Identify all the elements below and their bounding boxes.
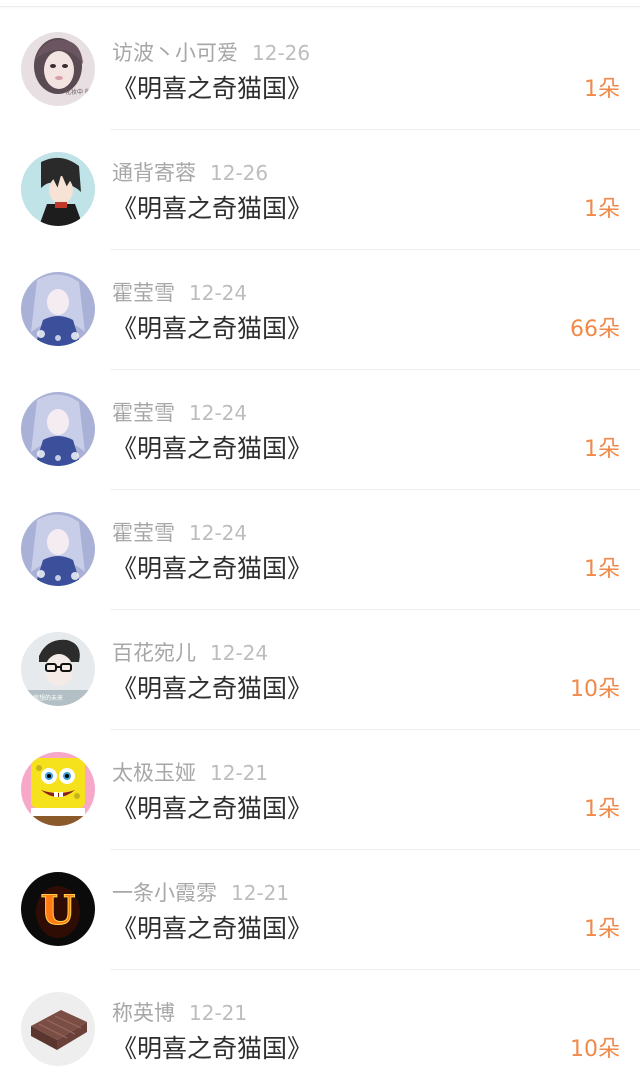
record-date: 12-26 (252, 41, 311, 65)
record-date: 12-24 (210, 641, 269, 665)
list-item[interactable]: U 一条小霞雰 12-21 《明喜之奇猫国》 1朵 (0, 850, 640, 970)
flower-amount: 10朵 (570, 677, 620, 702)
flower-amount: 1朵 (584, 917, 620, 942)
book-title[interactable]: 《明喜之奇猫国》 (112, 792, 312, 826)
flower-amount: 10朵 (570, 1037, 620, 1062)
avatar-anime-girl-blue-icon[interactable] (21, 512, 95, 586)
record-date: 12-26 (210, 161, 269, 185)
user-name[interactable]: 太极玉娅 (112, 761, 196, 785)
avatar-boy-glasses-icon[interactable]: 我想的未来 (21, 632, 95, 706)
record-date: 12-21 (231, 881, 290, 905)
record-meta: 霍莹雪 12-24 (112, 278, 247, 308)
record-date: 12-24 (189, 281, 248, 305)
user-name[interactable]: 一条小霞雰 (112, 881, 217, 905)
list-item[interactable]: 化妆中 微笑 访波丶小可爱 12-26 《明喜之奇猫国》 1朵 (0, 10, 640, 130)
avatar-anime-girl-blue-icon[interactable] (21, 272, 95, 346)
record-meta: 访波丶小可爱 12-26 (112, 38, 310, 68)
record-meta: 太极玉娅 12-21 (112, 758, 268, 788)
flower-amount: 1朵 (584, 197, 620, 222)
flower-amount: 66朵 (570, 317, 620, 342)
book-title[interactable]: 《明喜之奇猫国》 (112, 72, 312, 106)
record-meta: 一条小霞雰 12-21 (112, 878, 289, 908)
book-title[interactable]: 《明喜之奇猫国》 (112, 1032, 312, 1066)
list-item[interactable]: 霍莹雪 12-24 《明喜之奇猫国》 1朵 (0, 370, 640, 490)
user-name[interactable]: 百花宛儿 (112, 641, 196, 665)
list-item[interactable]: 通背寄蓉 12-26 《明喜之奇猫国》 1朵 (0, 130, 640, 250)
user-name[interactable]: 霍莹雪 (112, 401, 175, 425)
avatar-girl-photo-icon[interactable]: 化妆中 微笑 (21, 32, 95, 106)
record-meta: 称英博 12-21 (112, 998, 247, 1028)
book-title[interactable]: 《明喜之奇猫国》 (112, 432, 312, 466)
record-date: 12-21 (189, 1001, 248, 1025)
avatar-text: 我想的未来 (33, 694, 63, 702)
record-date: 12-24 (189, 401, 248, 425)
flower-amount: 1朵 (584, 77, 620, 102)
flower-amount: 1朵 (584, 797, 620, 822)
user-name[interactable]: 访波丶小可爱 (112, 41, 238, 65)
avatar-spongebob-icon[interactable] (21, 752, 95, 826)
book-title[interactable]: 《明喜之奇猫国》 (112, 192, 312, 226)
flower-record-list: 化妆中 微笑 访波丶小可爱 12-26 《明喜之奇猫国》 1朵 通背寄蓉 12-26… (0, 10, 640, 1090)
book-title[interactable]: 《明喜之奇猫国》 (112, 552, 312, 586)
user-name[interactable]: 称英博 (112, 1001, 175, 1025)
user-name[interactable]: 霍莹雪 (112, 521, 175, 545)
book-title[interactable]: 《明喜之奇猫国》 (112, 672, 312, 706)
top-edge (0, 0, 640, 7)
avatar-anime-boy-icon[interactable] (21, 152, 95, 226)
record-meta: 霍莹雪 12-24 (112, 398, 247, 428)
book-title[interactable]: 《明喜之奇猫国》 (112, 312, 312, 346)
user-name[interactable]: 通背寄蓉 (112, 161, 196, 185)
list-item[interactable]: 霍莹雪 12-24 《明喜之奇猫国》 66朵 (0, 250, 640, 370)
list-item[interactable]: 太极玉娅 12-21 《明喜之奇猫国》 1朵 (0, 730, 640, 850)
avatar-text: 化妆中 微笑 (65, 88, 95, 96)
record-meta: 百花宛儿 12-24 (112, 638, 268, 668)
avatar-wood-board-icon[interactable] (21, 992, 95, 1066)
avatar-fire-letter-u-icon[interactable]: U (21, 872, 95, 946)
flower-amount: 1朵 (584, 437, 620, 462)
record-date: 12-24 (189, 521, 248, 545)
record-date: 12-21 (210, 761, 269, 785)
record-meta: 通背寄蓉 12-26 (112, 158, 268, 188)
list-item[interactable]: 霍莹雪 12-24 《明喜之奇猫国》 1朵 (0, 490, 640, 610)
list-item[interactable]: 称英博 12-21 《明喜之奇猫国》 10朵 (0, 970, 640, 1090)
list-item[interactable]: 我想的未来 百花宛儿 12-24 《明喜之奇猫国》 10朵 (0, 610, 640, 730)
flower-amount: 1朵 (584, 557, 620, 582)
avatar-letter: U (41, 887, 76, 934)
avatar-anime-girl-blue-icon[interactable] (21, 392, 95, 466)
record-meta: 霍莹雪 12-24 (112, 518, 247, 548)
book-title[interactable]: 《明喜之奇猫国》 (112, 912, 312, 946)
user-name[interactable]: 霍莹雪 (112, 281, 175, 305)
